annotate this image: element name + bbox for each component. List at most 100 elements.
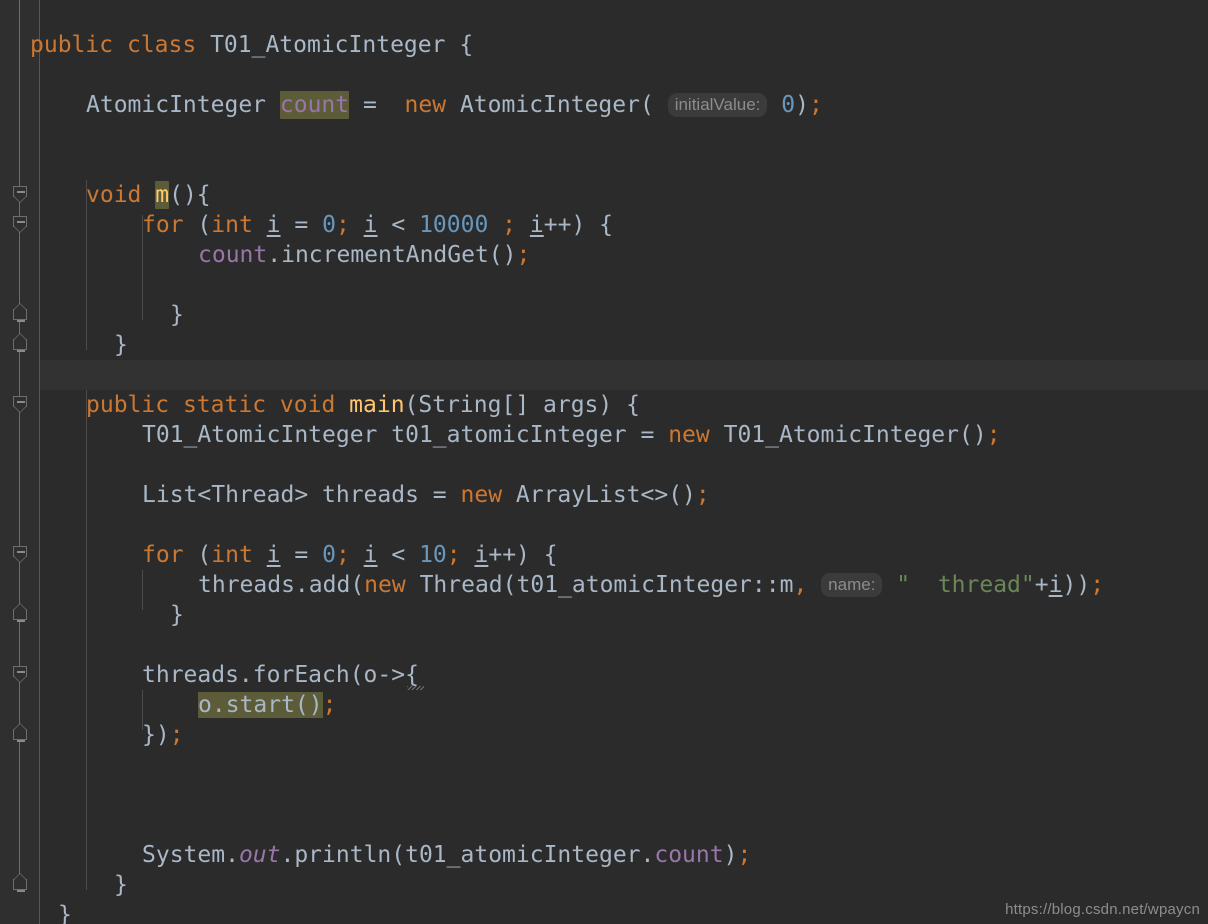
- code-line[interactable]: for (int i = 0; i < 10000 ; i++) {: [142, 210, 613, 240]
- token-list-decl: List<Thread> threads =: [142, 482, 461, 508]
- code-line[interactable]: }: [170, 600, 184, 630]
- fold-marker-end[interactable]: [13, 723, 27, 742]
- fold-marker-end[interactable]: [13, 873, 27, 892]
- token-semicolon: ;: [1090, 572, 1105, 598]
- token-println-call: .println(t01_atomicInteger.: [280, 842, 655, 868]
- inline-parameter-hint-name[interactable]: name:: [821, 573, 883, 597]
- token-keyword-void: void: [86, 182, 142, 208]
- editor-gutter[interactable]: [0, 0, 39, 924]
- code-line[interactable]: System.out.println(t01_atomicInteger.cou…: [142, 840, 751, 870]
- fold-marker-tip: [13, 556, 27, 563]
- token-foreach-call: threads.forEach(o->{: [142, 662, 419, 688]
- code-surface[interactable]: public class T01_AtomicInteger { AtomicI…: [30, 0, 1208, 924]
- fold-marker-collapse[interactable]: [13, 546, 27, 563]
- token-method-name-main: main: [349, 392, 405, 418]
- token-operator: <: [377, 542, 420, 568]
- code-line[interactable]: for (int i = 0; i < 10; i++) {: [142, 540, 558, 570]
- inline-parameter-hint-initialValue[interactable]: initialValue:: [667, 93, 768, 117]
- token-semicolon: ;: [695, 482, 710, 508]
- token-semicolon: ;: [502, 212, 517, 238]
- code-line[interactable]: public class T01_AtomicInteger {: [30, 30, 473, 60]
- minus-icon: [17, 620, 25, 622]
- fold-marker-body: [13, 879, 27, 892]
- token-number: 0: [322, 542, 336, 568]
- minus-icon: [17, 350, 25, 352]
- fold-marker-body: [13, 309, 27, 322]
- code-editor[interactable]: public class T01_AtomicInteger { AtomicI…: [0, 0, 1208, 924]
- code-line[interactable]: });: [142, 720, 184, 750]
- token-keyword-int: int: [211, 212, 253, 238]
- code-line[interactable]: count.incrementAndGet();: [198, 240, 530, 270]
- token-operator: <: [377, 212, 420, 238]
- token-keyword-public: public: [86, 392, 170, 418]
- minus-icon: [17, 221, 25, 223]
- token-paren: ): [723, 842, 738, 868]
- minus-icon: [17, 740, 25, 742]
- code-line[interactable]: List<Thread> threads = new ArrayList<>()…: [142, 480, 710, 510]
- fold-rail: [19, 0, 20, 196]
- code-line[interactable]: T01_AtomicInteger t01_atomicInteger = ne…: [142, 420, 1001, 450]
- token-field-count-highlighted[interactable]: count: [279, 91, 350, 119]
- token-brace: }: [170, 302, 184, 328]
- token-field-count: count: [654, 842, 724, 868]
- code-line[interactable]: threads.add(new Thread(t01_atomicInteger…: [198, 570, 1104, 600]
- token-semicolon: ;: [446, 542, 461, 568]
- fold-marker-collapse[interactable]: [13, 666, 27, 683]
- token-semicolon: ;: [737, 842, 752, 868]
- minus-icon: [17, 551, 25, 553]
- code-line[interactable]: }: [170, 300, 184, 330]
- minus-icon: [17, 320, 25, 322]
- fold-marker-tip: [13, 676, 27, 683]
- fold-marker-collapse[interactable]: [13, 186, 27, 203]
- code-line[interactable]: threads.forEach(o->{: [142, 660, 419, 690]
- token-brace: }: [58, 902, 72, 924]
- token-paren: (: [197, 212, 212, 238]
- fold-marker-body: [13, 339, 27, 352]
- token-local-var-i: i: [266, 542, 281, 568]
- minus-icon: [17, 191, 25, 193]
- token-keyword-new: new: [404, 92, 447, 118]
- fold-rail: [19, 406, 20, 556]
- token-constructor: AtomicInteger(: [459, 92, 654, 118]
- token-lambda-close: }): [142, 722, 170, 748]
- token-number: 0: [322, 212, 336, 238]
- token-keyword-int: int: [211, 542, 253, 568]
- fold-marker-tip: [13, 226, 27, 233]
- token-parens: (){: [169, 182, 211, 208]
- fold-marker-end[interactable]: [13, 603, 27, 622]
- minus-icon: [17, 890, 25, 892]
- token-comma: ,: [793, 572, 808, 598]
- token-method-name-m-highlighted[interactable]: m: [155, 181, 170, 209]
- token-local-var-i: i: [363, 212, 378, 238]
- watermark-url: https://blog.csdn.net/wpaycn: [1005, 901, 1200, 918]
- token-operator: =: [362, 92, 377, 118]
- token-type: AtomicInteger: [86, 92, 267, 118]
- minus-icon: [17, 671, 25, 673]
- token-keyword-new: new: [668, 422, 710, 448]
- fold-marker-collapse[interactable]: [13, 396, 27, 413]
- token-number: 0: [781, 92, 796, 118]
- code-line[interactable]: }: [114, 330, 128, 360]
- token-o-start-highlighted[interactable]: o.start(): [198, 692, 323, 718]
- code-line[interactable]: }: [58, 900, 72, 924]
- token-increment: ++) {: [543, 212, 613, 238]
- token-type-name: T01_AtomicInteger: [210, 32, 446, 58]
- code-line[interactable]: AtomicInteger count = new AtomicInteger(…: [86, 90, 823, 120]
- indent-guide: [142, 570, 143, 610]
- code-line[interactable]: }: [114, 870, 128, 900]
- fold-marker-collapse[interactable]: [13, 216, 27, 233]
- fold-marker-end[interactable]: [13, 333, 27, 352]
- fold-marker-end[interactable]: [13, 303, 27, 322]
- token-brace: }: [114, 332, 128, 358]
- code-line[interactable]: o.start();: [198, 690, 336, 720]
- token-number: 10: [419, 542, 447, 568]
- token-paren: (: [197, 542, 212, 568]
- token-parens: )): [1062, 572, 1091, 598]
- token-system: System.: [142, 842, 239, 868]
- token-semicolon: ;: [986, 422, 1001, 448]
- token-paren: ): [795, 92, 809, 118]
- code-line[interactable]: void m(){: [86, 180, 211, 210]
- code-line[interactable]: public static void main(String[] args) {: [86, 390, 640, 420]
- fold-rail: [19, 736, 20, 886]
- token-increment: ++) {: [488, 542, 558, 568]
